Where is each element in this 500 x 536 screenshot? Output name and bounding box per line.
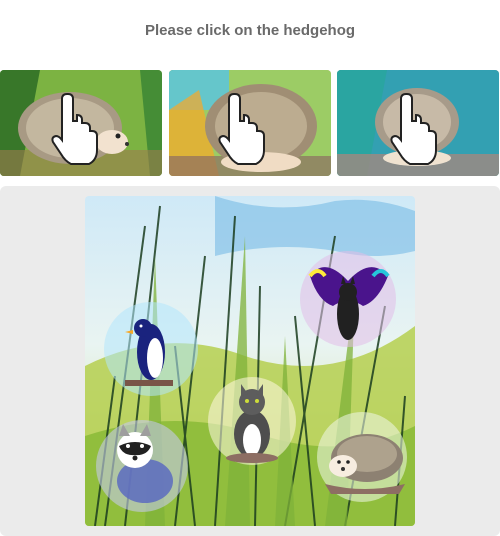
- challenge-panel: [0, 186, 500, 536]
- example-image-2: [169, 70, 331, 176]
- option-penguin[interactable]: [104, 302, 198, 396]
- example-images: [0, 70, 500, 176]
- challenge-image[interactable]: [85, 196, 415, 526]
- example-image-3: [337, 70, 499, 176]
- option-bat[interactable]: [300, 251, 396, 347]
- option-raccoon[interactable]: [96, 420, 188, 512]
- option-cat[interactable]: [208, 377, 296, 465]
- prompt-title: Please click on the hedgehog: [144, 22, 356, 39]
- example-image-1: [0, 70, 162, 176]
- option-hedgehog[interactable]: [317, 412, 407, 502]
